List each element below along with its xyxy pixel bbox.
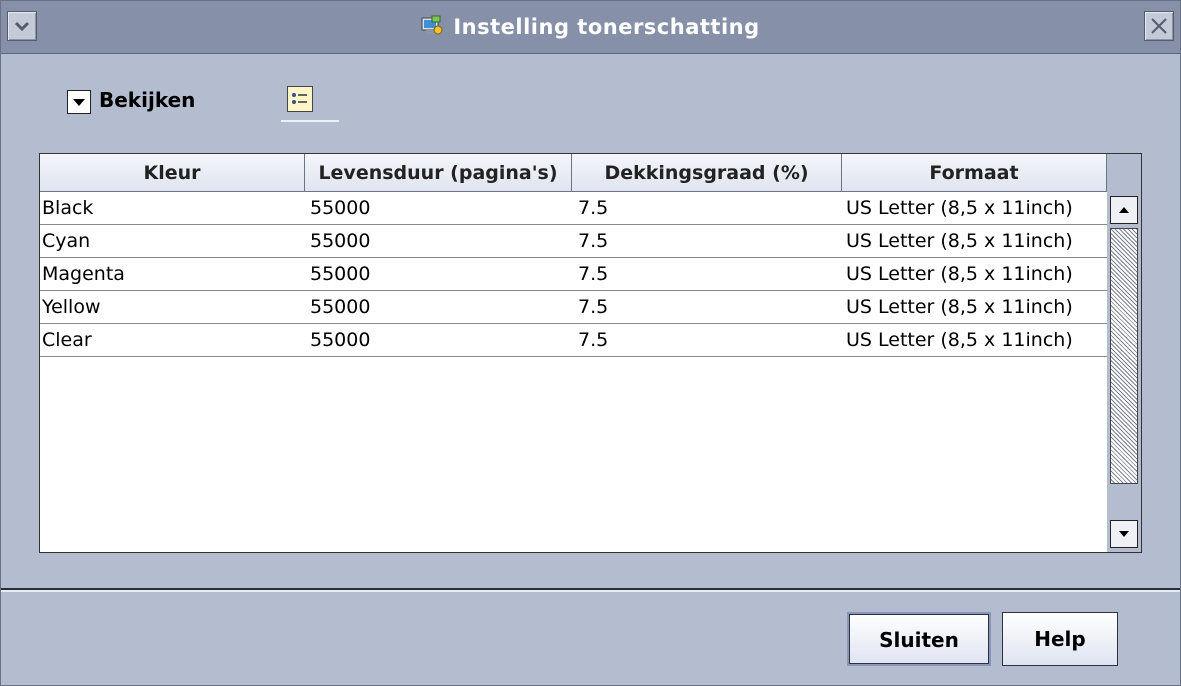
table-row[interactable]: Black 55000 7.5 US Letter (8,5 x 11inch): [40, 192, 1107, 225]
close-button[interactable]: Sluiten: [847, 612, 991, 666]
dialog-window: Instelling tonerschatting Bekijken Kleur…: [0, 0, 1181, 686]
help-button[interactable]: Help: [1002, 612, 1118, 666]
table-header: Kleur Levensduur (pagina's) Dekkingsgraa…: [40, 154, 1107, 192]
title-bar[interactable]: Instelling tonerschatting: [1, 1, 1180, 54]
view-dropdown-label: Bekijken: [99, 88, 196, 112]
cell-formaat: US Letter (8,5 x 11inch): [846, 296, 1073, 318]
table-row[interactable]: Magenta 55000 7.5 US Letter (8,5 x 11inc…: [40, 258, 1107, 291]
cell-levensduur: 55000: [310, 263, 371, 285]
cell-dekkingsgraad: 7.5: [578, 296, 609, 318]
arrow-up-icon: [1119, 207, 1129, 213]
vertical-scrollbar[interactable]: [1107, 192, 1141, 552]
window-title-area: Instelling tonerschatting: [1, 15, 1180, 42]
cell-dekkingsgraad: 7.5: [578, 263, 609, 285]
cell-dekkingsgraad: 7.5: [578, 197, 609, 219]
divider: [1, 588, 1180, 590]
close-window-button[interactable]: [1144, 11, 1174, 41]
cell-kleur: Magenta: [42, 263, 125, 285]
arrow-down-icon: [1119, 531, 1129, 537]
cell-levensduur: 55000: [310, 197, 371, 219]
cell-dekkingsgraad: 7.5: [578, 230, 609, 252]
window-title: Instelling tonerschatting: [453, 15, 760, 39]
table-row[interactable]: Yellow 55000 7.5 US Letter (8,5 x 11inch…: [40, 291, 1107, 324]
column-header-levensduur[interactable]: Levensduur (pagina's): [305, 154, 572, 192]
cell-kleur: Black: [42, 197, 94, 219]
cell-levensduur: 55000: [310, 230, 371, 252]
table-row[interactable]: Clear 55000 7.5 US Letter (8,5 x 11inch): [40, 324, 1107, 357]
list-view-icon[interactable]: [287, 86, 313, 112]
cell-formaat: US Letter (8,5 x 11inch): [846, 263, 1073, 285]
cell-kleur: Clear: [42, 329, 92, 351]
cell-kleur: Cyan: [42, 230, 91, 252]
table-row[interactable]: Cyan 55000 7.5 US Letter (8,5 x 11inch): [40, 225, 1107, 258]
close-button-label: Sluiten: [879, 628, 959, 652]
cell-levensduur: 55000: [310, 296, 371, 318]
scroll-up-button[interactable]: [1110, 196, 1138, 224]
cell-formaat: US Letter (8,5 x 11inch): [846, 197, 1073, 219]
scrollbar-thumb[interactable]: [1110, 228, 1138, 484]
column-header-formaat[interactable]: Formaat: [842, 154, 1107, 192]
cell-formaat: US Letter (8,5 x 11inch): [846, 329, 1073, 351]
active-view-indicator: [281, 120, 339, 122]
printer-app-icon: [421, 15, 443, 42]
cell-dekkingsgraad: 7.5: [578, 329, 609, 351]
column-header-dekkingsgraad[interactable]: Dekkingsgraad (%): [572, 154, 842, 192]
cell-formaat: US Letter (8,5 x 11inch): [846, 230, 1073, 252]
header-corner: [1107, 154, 1141, 193]
cell-kleur: Yellow: [42, 296, 101, 318]
help-button-label: Help: [1034, 627, 1086, 651]
close-icon: [1151, 18, 1167, 34]
toner-table: Kleur Levensduur (pagina's) Dekkingsgraa…: [39, 153, 1142, 553]
cell-levensduur: 55000: [310, 329, 371, 351]
dropdown-arrow-icon[interactable]: [67, 90, 91, 114]
column-header-kleur[interactable]: Kleur: [40, 154, 305, 192]
scroll-down-button[interactable]: [1110, 520, 1138, 548]
